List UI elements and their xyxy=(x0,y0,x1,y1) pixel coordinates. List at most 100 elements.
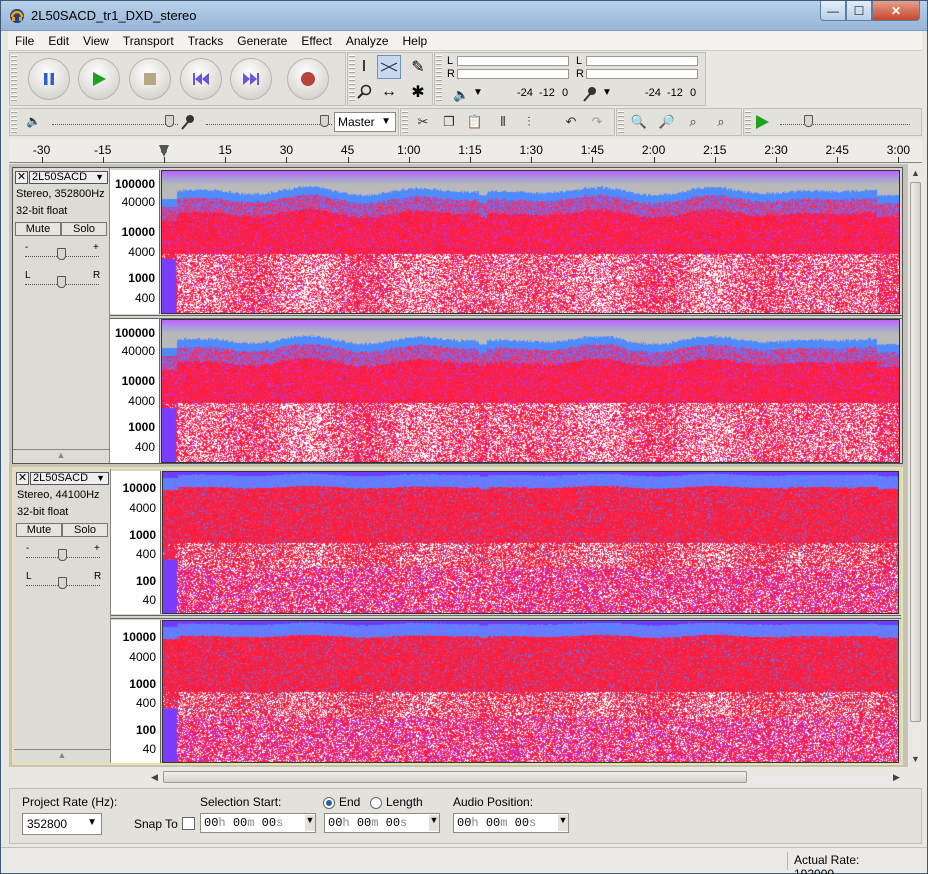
chevron-down-icon[interactable]: ▼ xyxy=(429,815,439,831)
collapse-track-icon[interactable]: ▲ xyxy=(13,449,109,463)
selection-end-time[interactable]: 00h 00m 00s ▼ xyxy=(324,813,440,833)
snap-to-checkbox[interactable] xyxy=(182,817,195,830)
menu-edit[interactable]: Edit xyxy=(41,34,76,48)
solo-button[interactable]: Solo xyxy=(61,222,107,236)
speed-slider[interactable] xyxy=(780,124,910,125)
draw-tool-icon[interactable]: ✎ xyxy=(406,55,430,79)
close-button[interactable]: ✕ xyxy=(872,1,920,21)
vertical-scroll-thumb[interactable] xyxy=(910,182,921,722)
close-track-icon[interactable]: ✕ xyxy=(16,472,29,485)
multi-tool-icon[interactable]: ✱ xyxy=(406,80,430,104)
input-volume-thumb[interactable] xyxy=(320,115,329,127)
output-volume-thumb[interactable] xyxy=(165,115,174,127)
edit-toolbar: ✂ ❐ 📋 ⫴ ⫶ ↶ ↷ xyxy=(400,108,615,136)
horizontal-scroll-thumb[interactable] xyxy=(163,771,747,783)
speed-thumb[interactable] xyxy=(804,115,813,127)
fit-selection-icon[interactable]: ⌕ xyxy=(681,110,705,134)
time-shift-tool-icon[interactable]: ↔ xyxy=(377,80,401,104)
toolbar-grip[interactable] xyxy=(618,111,624,133)
frequency-axis[interactable]: 100000 40000 10000 4000 1000 400 xyxy=(110,319,160,463)
length-radio[interactable] xyxy=(370,797,382,809)
scroll-right-icon[interactable]: ▶ xyxy=(893,772,900,783)
paste-icon[interactable]: 📋 xyxy=(463,110,487,134)
end-radio[interactable] xyxy=(323,797,335,809)
frequency-axis[interactable]: 10000 4000 1000 400 100 40 xyxy=(111,471,161,614)
copy-icon[interactable]: ❐ xyxy=(437,110,461,134)
spectrogram-channel[interactable] xyxy=(162,471,899,614)
zoom-tool-icon[interactable] xyxy=(352,80,376,104)
play-button[interactable] xyxy=(78,58,120,100)
skip-to-end-button[interactable] xyxy=(230,58,272,100)
menu-view[interactable]: View xyxy=(76,34,116,48)
audio-track[interactable]: ✕ 2L50SACD ▼ Stereo, 352800Hz 32-bit floa… xyxy=(12,167,903,464)
scroll-down-icon[interactable]: ▼ xyxy=(911,754,920,764)
output-volume-slider[interactable] xyxy=(52,124,178,125)
chevron-down-icon[interactable]: ▼ xyxy=(558,815,568,831)
chevron-down-icon[interactable]: ▼ xyxy=(305,815,315,831)
project-rate-select[interactable]: 352800 ▼ xyxy=(22,813,102,835)
selection-tool-icon[interactable]: I xyxy=(352,55,376,79)
frequency-axis[interactable]: 100000 40000 10000 4000 1000 400 xyxy=(110,170,160,314)
menu-transport[interactable]: Transport xyxy=(116,34,181,48)
toolbar-grip[interactable] xyxy=(402,111,408,133)
zoom-out-icon[interactable]: 🔎 xyxy=(655,110,679,134)
minimize-button[interactable]: — xyxy=(820,1,846,21)
pause-button[interactable] xyxy=(28,58,70,100)
toolbar-grip[interactable] xyxy=(745,111,751,133)
collapse-track-icon[interactable]: ▲ xyxy=(14,749,110,763)
record-button[interactable] xyxy=(287,58,329,100)
spectrogram-channel[interactable] xyxy=(161,319,900,463)
play-meter-menu-arrow-icon[interactable]: ▼ xyxy=(473,87,483,98)
microphone-icon[interactable] xyxy=(582,86,598,102)
mute-button[interactable]: Mute xyxy=(15,222,61,236)
input-source-select[interactable]: Master ▼ xyxy=(334,112,396,132)
mute-button[interactable]: Mute xyxy=(16,523,62,537)
play-cursor-marker-icon[interactable] xyxy=(159,145,169,157)
menu-help[interactable]: Help xyxy=(396,34,435,48)
track-name-menu[interactable]: 2L50SACD ▼ xyxy=(30,472,109,485)
horizontal-scrollbar[interactable]: ◀ ▶ xyxy=(149,769,907,785)
zoom-in-icon[interactable]: 🔍 xyxy=(627,110,651,134)
toolbar-grip[interactable] xyxy=(11,55,17,103)
gain-thumb[interactable] xyxy=(57,248,66,260)
spectrogram-channel[interactable] xyxy=(162,620,899,763)
timeline-ruler[interactable]: -30 -15 0 15 30 45 1:00 1:15 1:30 1:45 2:00 2:15 2:3… xyxy=(9,139,922,163)
stop-button[interactable] xyxy=(129,58,171,100)
audio-position-time[interactable]: 00h 00m 00s ▼ xyxy=(453,813,569,833)
trim-icon[interactable]: ⫴ xyxy=(491,110,515,134)
track-name-menu[interactable]: 2L50SACD ▼ xyxy=(29,171,108,184)
silence-icon[interactable]: ⫶ xyxy=(517,110,541,134)
pan-thumb[interactable] xyxy=(58,577,67,589)
menu-generate[interactable]: Generate xyxy=(230,34,294,48)
skip-to-start-button[interactable] xyxy=(180,58,222,100)
input-volume-slider[interactable] xyxy=(206,124,332,125)
menu-effect[interactable]: Effect xyxy=(294,34,338,48)
toolbar-grip[interactable] xyxy=(436,55,442,103)
channel-separator[interactable] xyxy=(111,615,901,619)
selection-start-time[interactable]: 00h 00m 00s ▼ xyxy=(200,813,316,833)
play-at-speed-icon[interactable] xyxy=(754,114,770,130)
close-track-icon[interactable]: ✕ xyxy=(15,171,28,184)
envelope-tool-icon[interactable] xyxy=(377,55,401,79)
cut-icon[interactable]: ✂ xyxy=(411,110,435,134)
scroll-left-icon[interactable]: ◀ xyxy=(151,772,158,783)
menu-tracks[interactable]: Tracks xyxy=(181,34,231,48)
solo-button[interactable]: Solo xyxy=(62,523,108,537)
pan-thumb[interactable] xyxy=(57,276,66,288)
maximize-button[interactable]: ☐ xyxy=(846,1,872,21)
redo-icon[interactable]: ↷ xyxy=(585,110,609,134)
toolbar-grip[interactable] xyxy=(11,111,17,133)
vertical-scrollbar[interactable]: ▲ ▼ xyxy=(907,164,922,767)
fit-project-icon[interactable]: ⌕ xyxy=(709,110,733,134)
audio-track[interactable]: ✕ 2L50SACD ▼ Stereo, 44100Hz 32-bit float… xyxy=(12,467,903,765)
gain-thumb[interactable] xyxy=(58,549,67,561)
scroll-up-icon[interactable]: ▲ xyxy=(911,168,920,178)
speaker-icon[interactable]: 🔈 xyxy=(453,87,469,103)
title-bar[interactable]: 2L50SACD_tr1_DXD_stereo — ☐ ✕ xyxy=(1,1,927,31)
frequency-axis[interactable]: 10000 4000 1000 400 100 40 xyxy=(111,620,161,763)
record-meter-menu-arrow-icon[interactable]: ▼ xyxy=(602,87,612,98)
undo-icon[interactable]: ↶ xyxy=(559,110,583,134)
menu-analyze[interactable]: Analyze xyxy=(339,34,396,48)
spectrogram-channel[interactable] xyxy=(161,170,900,314)
menu-file[interactable]: File xyxy=(8,34,41,48)
